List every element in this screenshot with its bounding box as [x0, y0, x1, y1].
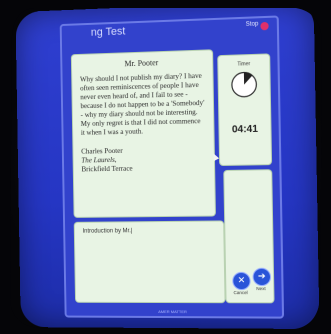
passage-body: Why should I not publish my diary? I hav… — [80, 72, 206, 138]
stop-label: Stop — [246, 21, 259, 28]
timer-value: 04:41 — [219, 123, 270, 135]
test-window: ng Test Stop Mr. Pooter Why should I not… — [60, 15, 284, 318]
answer-input[interactable]: Introduction by Mr.| — [75, 221, 225, 302]
timer-panel: Timer 04:41 — [218, 54, 271, 165]
signature-address-2: Brickfield Terrace — [81, 163, 206, 174]
close-x-icon: ✕ — [238, 276, 246, 286]
next-label: Next — [249, 286, 274, 291]
arrow-right-icon: ➔ — [258, 272, 266, 282]
footer-brand: AMER MATTER — [66, 309, 281, 315]
window-title: ng Test — [62, 18, 277, 42]
projected-screen: ng Test Stop Mr. Pooter Why should I not… — [15, 0, 319, 329]
passage-panel: Mr. Pooter Why should I not publish my d… — [72, 50, 215, 217]
timer-label: Timer — [218, 61, 269, 69]
passage-title: Mr. Pooter — [80, 57, 205, 70]
navigation-panel: ✕ Cancel ➔ Next — [224, 170, 273, 302]
timer-dial-icon — [231, 71, 258, 98]
next-button[interactable]: ➔ — [252, 268, 271, 286]
